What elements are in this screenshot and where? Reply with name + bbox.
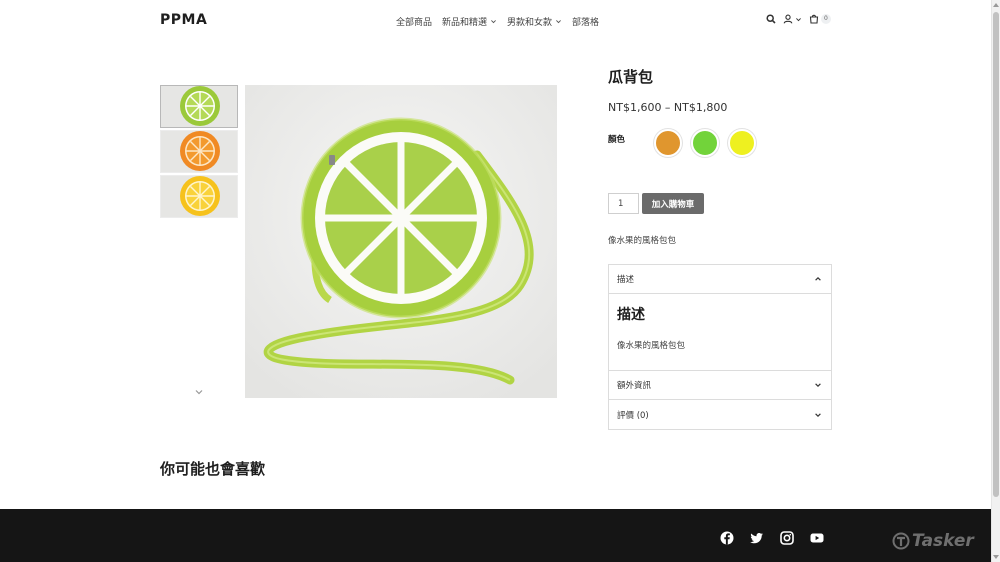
- cart-count-badge: 0: [821, 14, 831, 24]
- product-tabs-accordion: 描述 描述 像水果的風格包包 額外資訊 評價 (0): [608, 264, 832, 430]
- main-nav: 全部商品 新品和精選 男款和女款 部落格: [396, 15, 599, 28]
- orange-bag-image: [161, 131, 237, 172]
- chevron-down-icon: [815, 412, 821, 417]
- thumbnail-lemon[interactable]: [160, 175, 238, 218]
- nav-item-label: 新品和精選: [442, 18, 488, 28]
- scroll-up-arrow-icon[interactable]: [993, 3, 999, 7]
- user-icon: [783, 14, 793, 24]
- nav-item-all-products[interactable]: 全部商品: [396, 15, 432, 28]
- color-swatches: [654, 129, 756, 157]
- nav-item-label: 男款和女款: [507, 18, 553, 28]
- short-description: 像水果的風格包包: [608, 236, 677, 246]
- nav-item-label: 全部商品: [396, 18, 433, 28]
- search-icon[interactable]: [766, 14, 776, 24]
- swatch-orange[interactable]: [654, 129, 682, 157]
- description-text: 像水果的風格包包: [617, 341, 686, 351]
- description-heading: 描述: [617, 307, 645, 323]
- site-footer: Tasker: [0, 509, 991, 562]
- thumbnail-gallery: [160, 85, 238, 220]
- cart-icon: [809, 14, 819, 24]
- quantity-input[interactable]: 1: [608, 193, 639, 214]
- tab-additional-info[interactable]: 額外資訊: [609, 371, 831, 400]
- chevron-down-icon: [491, 20, 496, 24]
- lime-bag-image: [245, 85, 557, 398]
- chevron-down-icon: [796, 17, 801, 21]
- social-links: [720, 531, 824, 545]
- thumbnails-next-chevron-icon[interactable]: [194, 388, 204, 396]
- color-label: 顏色: [608, 135, 626, 145]
- twitter-icon[interactable]: [750, 531, 764, 545]
- tasker-watermark: Tasker: [892, 531, 974, 551]
- thumbnail-lime[interactable]: [160, 85, 238, 128]
- add-to-cart-button[interactable]: 加入購物車: [642, 193, 704, 214]
- tab-reviews-label: 評價 (0): [617, 410, 649, 421]
- main-product-image[interactable]: [245, 85, 557, 398]
- watermark-text: Tasker: [912, 531, 974, 551]
- chevron-up-icon: [815, 276, 821, 281]
- product-price: NT$1,600 – NT$1,800: [608, 101, 728, 114]
- cart-button[interactable]: 0: [809, 14, 831, 24]
- tab-description[interactable]: 描述: [609, 265, 831, 294]
- header-actions: 0: [766, 14, 831, 24]
- site-header: PPMA 全部商品 新品和精選 男款和女款 部落格 0: [0, 0, 991, 42]
- chevron-down-icon: [815, 383, 821, 388]
- tasker-logo-icon: [892, 532, 910, 550]
- thumbnail-orange[interactable]: [160, 130, 238, 173]
- nav-item-label: 部落格: [572, 18, 600, 28]
- tab-additional-info-label: 額外資訊: [617, 381, 652, 391]
- tab-reviews[interactable]: 評價 (0): [609, 400, 831, 429]
- page-scrollbar[interactable]: [991, 0, 1000, 562]
- description-panel: 描述 像水果的風格包包: [609, 294, 831, 371]
- chevron-down-icon: [556, 20, 561, 24]
- nav-item-blog[interactable]: 部落格: [572, 15, 599, 28]
- account-menu[interactable]: [783, 14, 802, 24]
- site-logo[interactable]: PPMA: [160, 12, 207, 28]
- nav-item-new-featured[interactable]: 新品和精選: [442, 15, 497, 28]
- scroll-down-arrow-icon[interactable]: [993, 555, 999, 559]
- swatch-yellow[interactable]: [728, 129, 756, 157]
- tab-description-label: 描述: [617, 275, 635, 285]
- youtube-icon[interactable]: [810, 531, 824, 545]
- scrollbar-thumb[interactable]: [993, 12, 999, 497]
- swatch-green[interactable]: [691, 129, 719, 157]
- lime-bag-image: [161, 86, 237, 127]
- nav-item-men-women[interactable]: 男款和女款: [507, 15, 562, 28]
- related-products-heading: 你可能也會喜歡: [160, 460, 266, 478]
- instagram-icon[interactable]: [780, 531, 794, 545]
- facebook-icon[interactable]: [720, 531, 734, 545]
- lemon-bag-image: [161, 176, 237, 217]
- product-title: 瓜背包: [608, 68, 654, 86]
